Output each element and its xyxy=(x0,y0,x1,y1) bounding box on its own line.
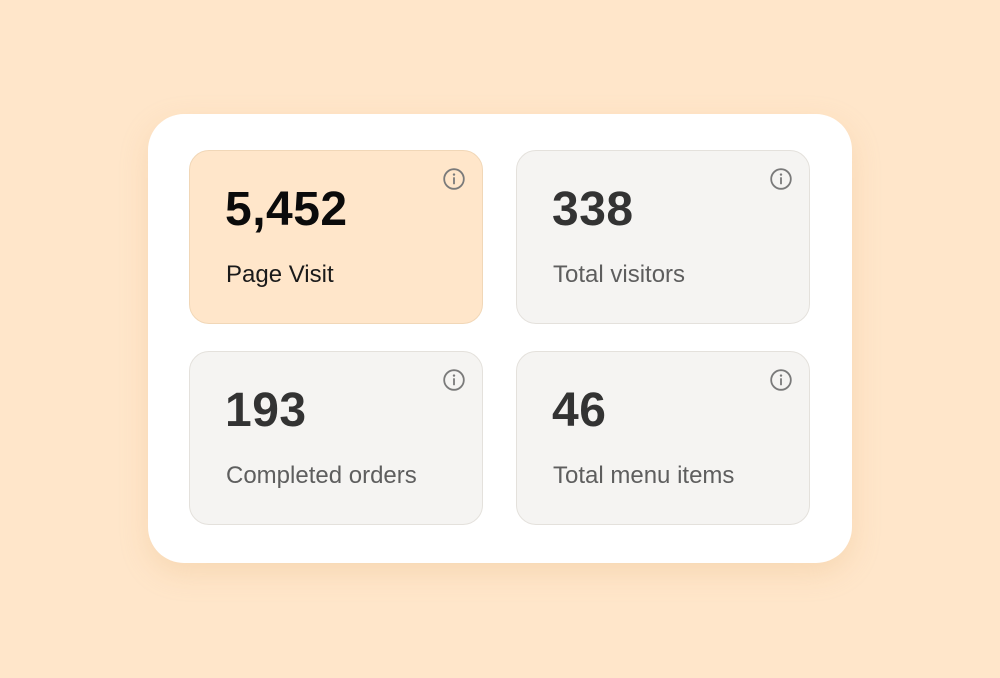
stat-card-completed-orders[interactable]: 193 Completed orders xyxy=(189,351,483,525)
info-icon[interactable] xyxy=(443,369,465,391)
stat-value: 193 xyxy=(225,384,307,437)
stat-label: Page Visit xyxy=(226,261,334,288)
stat-label: Total visitors xyxy=(553,261,686,288)
stat-label: Total menu items xyxy=(553,462,735,489)
stat-card-total-menu-items[interactable]: 46 Total menu items xyxy=(516,351,810,525)
info-icon[interactable] xyxy=(770,168,792,190)
stat-value: 5,452 xyxy=(225,183,348,236)
stat-card-page-visit[interactable]: 5,452 Page Visit xyxy=(189,150,483,324)
stat-value: 46 xyxy=(552,384,607,437)
stat-value: 338 xyxy=(552,183,634,236)
info-icon[interactable] xyxy=(770,369,792,391)
info-icon[interactable] xyxy=(443,168,465,190)
stat-card-total-visitors[interactable]: 338 Total visitors xyxy=(516,150,810,324)
stats-panel: 5,452 Page Visit 338 Total visitors 193 … xyxy=(148,114,852,563)
stat-label: Completed orders xyxy=(226,462,417,489)
